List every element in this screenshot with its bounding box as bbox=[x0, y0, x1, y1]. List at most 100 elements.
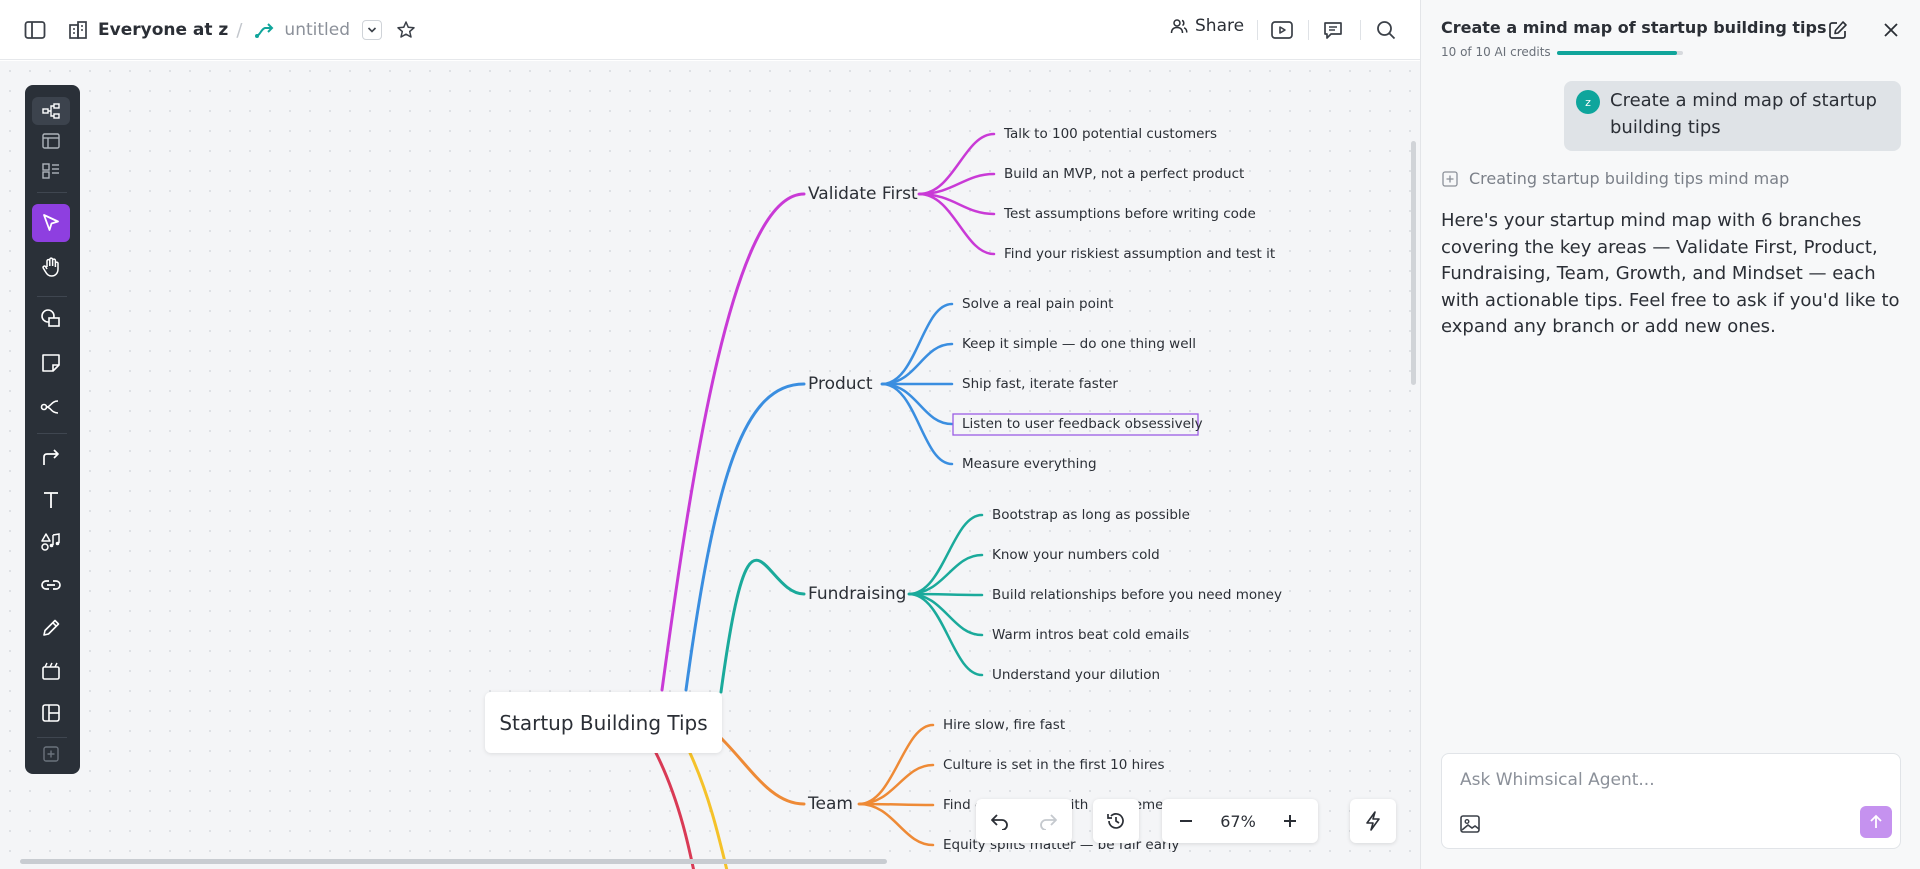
mindmap-child-node[interactable]: Understand your dilution bbox=[992, 667, 1160, 683]
version-history-button[interactable] bbox=[1093, 799, 1139, 843]
send-button[interactable] bbox=[1860, 806, 1892, 838]
link-icon bbox=[41, 580, 61, 590]
mindmap-branch-product[interactable]: Product bbox=[808, 374, 873, 394]
redo-button[interactable] bbox=[1024, 799, 1072, 843]
mindmap-child-node[interactable]: Ship fast, iterate faster bbox=[962, 376, 1118, 392]
tool-mindmap[interactable] bbox=[32, 97, 70, 125]
mindmap-child-line bbox=[857, 763, 935, 806]
mindmap-child-node[interactable]: Talk to 100 potential customers bbox=[1003, 126, 1217, 142]
hand-icon bbox=[42, 257, 59, 277]
arrow-icon bbox=[43, 449, 59, 465]
tool-mindmap-branch[interactable] bbox=[32, 388, 70, 426]
plus-square-icon bbox=[1442, 170, 1458, 187]
mindmap-child-node[interactable]: Find your riskiest assumption and test i… bbox=[1004, 246, 1275, 262]
mindmap-branch-line bbox=[719, 558, 806, 694]
mindmap-doc-icon bbox=[250, 16, 278, 44]
breadcrumb-separator: / bbox=[236, 19, 243, 41]
new-chat-icon[interactable] bbox=[1826, 18, 1850, 42]
share-button[interactable]: Share bbox=[1170, 16, 1244, 36]
document-title[interactable]: untitled bbox=[284, 20, 350, 40]
present-icon[interactable] bbox=[1268, 16, 1296, 44]
mindmap-child-line bbox=[907, 553, 984, 596]
tool-hand[interactable] bbox=[32, 248, 70, 286]
history-icon bbox=[1107, 813, 1124, 829]
mindmap-child-line bbox=[907, 513, 984, 596]
star-icon[interactable] bbox=[392, 16, 420, 44]
mindmap-child-node[interactable]: Warm intros beat cold emails bbox=[992, 627, 1189, 643]
chat-input[interactable] bbox=[1460, 768, 1880, 792]
mindmap-child-node[interactable]: Culture is set in the first 10 hires bbox=[943, 757, 1165, 773]
zoom-out-button[interactable] bbox=[1162, 799, 1210, 843]
tool-pen[interactable] bbox=[32, 609, 70, 647]
tool-sticky-note[interactable] bbox=[32, 344, 70, 382]
history-controls bbox=[976, 799, 1072, 843]
quick-actions-control bbox=[1350, 799, 1396, 843]
workspace-name[interactable]: Everyone at z bbox=[98, 20, 228, 40]
tool-select[interactable] bbox=[32, 204, 70, 242]
attach-image-button[interactable] bbox=[1456, 810, 1484, 838]
text-icon bbox=[44, 492, 58, 508]
mindmap-child-node[interactable]: Build an MVP, not a perfect product bbox=[1004, 166, 1244, 182]
cursor-icon bbox=[43, 214, 59, 231]
tool-shapes[interactable] bbox=[32, 299, 70, 337]
search-icon[interactable] bbox=[1372, 16, 1400, 44]
frame-icon bbox=[42, 662, 60, 680]
pencil-icon bbox=[43, 619, 60, 636]
zoom-level[interactable]: 67% bbox=[1210, 812, 1266, 831]
mindmap-child-node[interactable]: Know your numbers cold bbox=[992, 547, 1160, 563]
agent-status-text: Creating startup building tips mind map bbox=[1469, 169, 1790, 188]
user-message-text: Create a mind map of startup building ti… bbox=[1610, 90, 1877, 138]
mindmap-root-node[interactable]: Startup Building Tips bbox=[485, 692, 722, 753]
tool-link[interactable] bbox=[32, 566, 70, 604]
tool-text[interactable] bbox=[32, 481, 70, 519]
image-icon bbox=[1460, 815, 1480, 833]
avatar: z bbox=[1576, 90, 1600, 114]
divider bbox=[37, 192, 67, 193]
kanban-icon bbox=[42, 163, 59, 179]
tool-connector[interactable] bbox=[32, 438, 70, 476]
version-history-control bbox=[1093, 799, 1139, 843]
divider bbox=[1308, 20, 1309, 40]
mindmap-branch-validate-first[interactable]: Validate First bbox=[808, 184, 918, 204]
zoom-in-button[interactable] bbox=[1266, 799, 1314, 843]
undo-icon bbox=[991, 814, 1008, 830]
mindmap-child-node[interactable]: Solve a real pain point bbox=[962, 296, 1113, 312]
divider bbox=[1257, 20, 1258, 40]
divider bbox=[37, 433, 67, 434]
mindmap-child-node[interactable]: Measure everything bbox=[962, 456, 1097, 472]
tool-icons[interactable] bbox=[32, 523, 70, 561]
mindmap-child-line bbox=[880, 302, 954, 386]
ai-credits-text: 10 of 10 AI credits bbox=[1441, 45, 1551, 59]
mindmap-child-line bbox=[857, 802, 935, 847]
whiteboard-canvas[interactable]: Validate First Talk to 100 potential cust… bbox=[0, 61, 1420, 869]
mindmap-child-node[interactable]: Hire slow, fire fast bbox=[943, 717, 1065, 733]
tool-more[interactable] bbox=[32, 740, 70, 768]
comment-icon[interactable] bbox=[1319, 16, 1347, 44]
plus-square-icon bbox=[43, 746, 59, 762]
undo-button[interactable] bbox=[976, 799, 1024, 843]
mindmap-branch-line bbox=[719, 736, 806, 806]
plus-icon bbox=[1284, 815, 1296, 827]
horizontal-scrollbar[interactable] bbox=[20, 859, 887, 864]
vertical-scrollbar[interactable] bbox=[1411, 141, 1416, 385]
mindmap-branch-fundraising[interactable]: Fundraising bbox=[808, 584, 906, 604]
mindmap-child-node[interactable]: Listen to user feedback obsessively bbox=[962, 416, 1203, 432]
quick-actions-button[interactable] bbox=[1350, 799, 1396, 843]
doc-menu-button[interactable] bbox=[362, 20, 382, 40]
mindmap-child-node[interactable]: Bootstrap as long as possible bbox=[992, 507, 1190, 523]
branch-icon bbox=[40, 400, 59, 414]
mindmap-child-line bbox=[857, 723, 935, 806]
tool-frame[interactable] bbox=[32, 652, 70, 690]
mindmap-child-node[interactable]: Build relationships before you need mone… bbox=[992, 587, 1282, 603]
sidebar-toggle-icon[interactable] bbox=[21, 16, 49, 44]
mindmap-child-line bbox=[907, 592, 984, 677]
tool-board[interactable] bbox=[32, 157, 70, 185]
tool-wireframe[interactable] bbox=[32, 127, 70, 155]
mindmap-branch-team[interactable]: Team bbox=[807, 794, 853, 814]
chevron-down-icon bbox=[367, 27, 377, 33]
tool-layout[interactable] bbox=[32, 694, 70, 732]
mindmap-child-node[interactable]: Test assumptions before writing code bbox=[1003, 206, 1256, 222]
mindmap-child-node[interactable]: Keep it simple — do one thing well bbox=[962, 336, 1196, 352]
minus-icon bbox=[1180, 820, 1192, 822]
close-icon[interactable] bbox=[1879, 18, 1903, 42]
